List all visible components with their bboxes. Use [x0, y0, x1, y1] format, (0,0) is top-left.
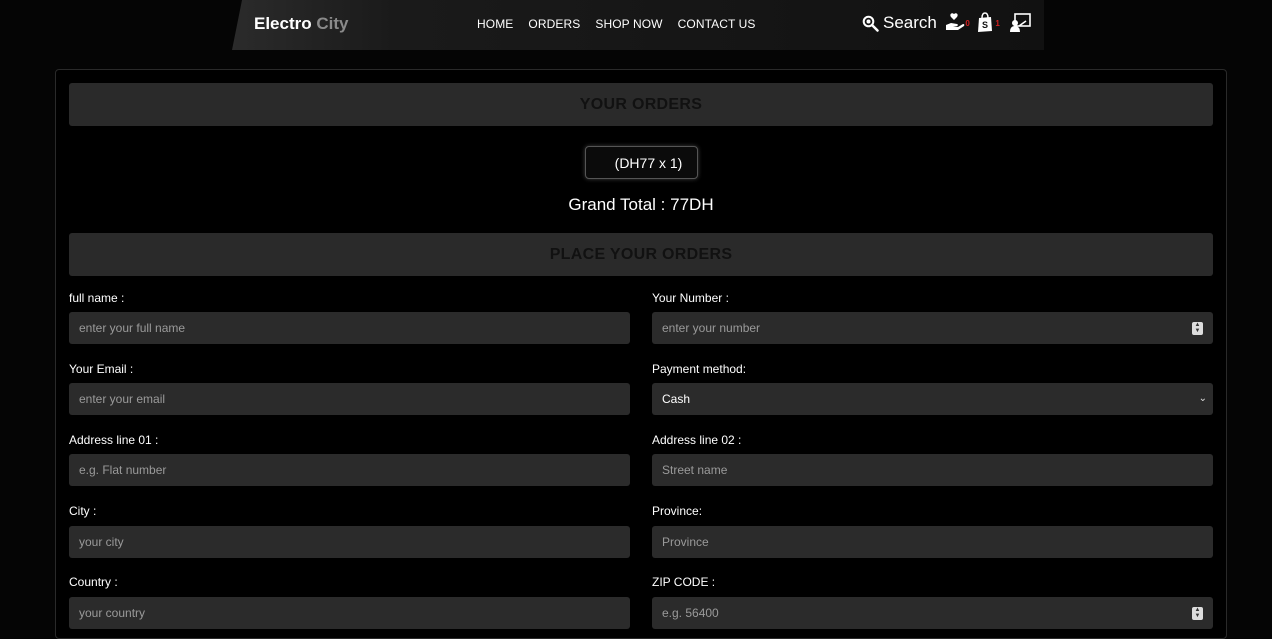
address2-input[interactable] [652, 454, 1213, 486]
province-label: Province: [652, 504, 703, 518]
payment-selected-value: Cash [662, 392, 691, 406]
email-input[interactable] [69, 383, 630, 415]
cart-count: 1 [995, 19, 1000, 28]
logo[interactable]: Electro City [254, 14, 349, 34]
search-button[interactable]: Search [862, 13, 937, 33]
main-nav: HOME ORDERS SHOP NOW CONTACT US [477, 17, 756, 31]
orders-heading: YOUR ORDERS [69, 83, 1213, 126]
country-input[interactable] [69, 597, 630, 629]
number-label: Your Number : [652, 291, 729, 305]
user-screen-icon [1009, 13, 1031, 32]
zip-input[interactable] [652, 597, 1213, 629]
province-input[interactable] [652, 526, 1213, 558]
address1-label: Address line 01 : [69, 433, 159, 447]
site-header: Electro City HOME ORDERS SHOP NOW CONTAC… [232, 0, 1044, 50]
grand-total: Grand Total : 77DH [568, 195, 714, 214]
chevron-down-icon: ⌄ [1198, 393, 1207, 404]
address1-input[interactable] [69, 454, 630, 486]
search-icon [862, 15, 879, 32]
payment-label: Payment method: [652, 362, 747, 376]
nav-shop-now[interactable]: SHOP NOW [595, 17, 662, 31]
svg-text:S: S [982, 20, 988, 30]
payment-select[interactable]: Cash ⌄ [652, 383, 1213, 415]
order-item-chip: (DH77 x 1) [585, 146, 698, 179]
nav-home[interactable]: HOME [477, 17, 513, 31]
full-name-input[interactable] [69, 312, 630, 344]
logo-main: Electro [254, 14, 312, 33]
zip-label: ZIP CODE : [652, 575, 716, 589]
heart-hand-icon [945, 13, 965, 30]
address2-label: Address line 02 : [652, 433, 742, 447]
number-spinner[interactable]: ▲ ▼ [1192, 322, 1203, 335]
country-label: Country : [69, 575, 118, 589]
account-button[interactable] [1009, 12, 1031, 34]
email-label: Your Email : [69, 362, 134, 376]
place-orders-heading: PLACE YOUR ORDERS [69, 233, 1213, 276]
zip-spinner[interactable]: ▲ ▼ [1192, 607, 1203, 620]
wishlist-button[interactable]: 0 [945, 12, 970, 34]
city-label: City : [69, 504, 97, 518]
search-label: Search [883, 13, 937, 32]
nav-orders[interactable]: ORDERS [528, 17, 580, 31]
checkout-panel: YOUR ORDERS (DH77 x 1) Grand Total : 77D… [55, 69, 1227, 639]
zip-field-wrapper: ▲▼ [652, 597, 1213, 629]
wishlist-count: 0 [965, 19, 970, 28]
number-input[interactable] [652, 312, 1213, 344]
shopping-bag-icon: S [977, 12, 992, 32]
nav-contact-us[interactable]: CONTACT US [678, 17, 756, 31]
city-input[interactable] [69, 526, 630, 558]
number-field-wrapper: ▲▼ [652, 312, 1213, 344]
full-name-label: full name : [69, 291, 125, 305]
header-icons: Search 0 S 1 [862, 12, 1031, 34]
cart-button[interactable]: S 1 [975, 12, 1000, 34]
logo-accent: City [316, 14, 349, 33]
